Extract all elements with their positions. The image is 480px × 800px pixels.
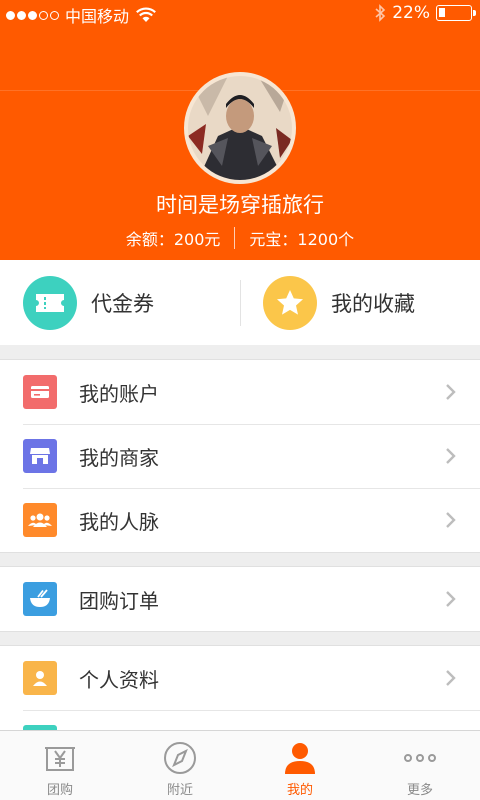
menu-item-label: 我的账户 — [79, 381, 159, 406]
wifi-icon — [136, 7, 156, 22]
menu-item-my-contacts[interactable]: 我的人脉 — [0, 488, 480, 552]
menu-item-group-orders[interactable]: 团购订单 — [0, 567, 480, 631]
balance-divider — [234, 227, 236, 249]
bowl-icon — [23, 582, 57, 616]
menu-group-profile: 个人资料 — [0, 645, 480, 735]
tab-bar: 团购 附近 我的 更多 — [0, 730, 480, 800]
balance-bar: 余额：200元 元宝：1200个 — [0, 226, 480, 250]
quick-actions: 代金券 我的收藏 — [0, 260, 480, 345]
menu-item-label: 个人资料 — [79, 667, 159, 692]
more-dots-icon — [404, 754, 436, 762]
yen-icon — [45, 747, 75, 771]
menu-item-personal-info[interactable]: 个人资料 — [0, 646, 480, 710]
vouchers-tile[interactable]: 代金券 — [0, 260, 240, 345]
coins-text[interactable]: 元宝：1200个 — [249, 226, 354, 250]
battery-icon — [436, 5, 476, 21]
user-icon — [285, 743, 315, 774]
status-bar: 中国移动 22% — [0, 0, 480, 28]
chevron-right-icon — [446, 670, 456, 686]
bluetooth-icon — [375, 4, 386, 22]
chevron-right-icon — [446, 384, 456, 400]
profile-header: 中国移动 22% 时间是场穿插旅行 余额：200元 元宝：1200个 — [0, 0, 480, 260]
balance-text[interactable]: 余额：200元 — [126, 226, 221, 250]
menu-item-label: 我的商家 — [79, 445, 159, 470]
favorites-label: 我的收藏 — [331, 291, 415, 316]
tab-label: 我的 — [286, 783, 313, 798]
person-card-icon — [23, 661, 57, 695]
chevron-right-icon — [446, 591, 456, 607]
signal-strength-icon — [6, 10, 59, 20]
favorites-tile[interactable]: 我的收藏 — [240, 260, 480, 345]
menu-group-orders: 团购订单 — [0, 566, 480, 632]
avatar[interactable] — [184, 72, 296, 184]
tab-label: 更多 — [406, 783, 433, 798]
carrier-name: 中国移动 — [65, 7, 130, 26]
tab-group-buy[interactable]: 团购 — [0, 731, 120, 800]
battery-percentage: 22% — [392, 3, 430, 23]
tab-label: 团购 — [46, 783, 73, 798]
menu-item-my-merchants[interactable]: 我的商家 — [0, 424, 480, 488]
tab-mine[interactable]: 我的 — [240, 731, 360, 800]
quick-divider — [240, 280, 241, 326]
menu-group-account: 我的账户 我的商家 我的人脉 — [0, 359, 480, 553]
card-icon — [23, 375, 57, 409]
ticket-icon — [23, 275, 77, 330]
chevron-right-icon — [446, 512, 456, 528]
chevron-right-icon — [446, 448, 456, 464]
star-icon — [263, 275, 317, 330]
tab-label: 附近 — [166, 783, 193, 798]
people-icon — [23, 503, 57, 537]
avatar-image — [188, 76, 292, 180]
compass-icon — [164, 742, 196, 774]
menu-item-label: 我的人脉 — [79, 509, 159, 534]
store-icon — [23, 439, 57, 473]
username: 时间是场穿插旅行 — [156, 193, 324, 217]
vouchers-label: 代金券 — [91, 291, 154, 316]
menu-item-label: 团购订单 — [79, 588, 159, 613]
tab-more[interactable]: 更多 — [360, 731, 480, 800]
tab-nearby[interactable]: 附近 — [120, 731, 240, 800]
menu-item-my-account[interactable]: 我的账户 — [0, 360, 480, 424]
